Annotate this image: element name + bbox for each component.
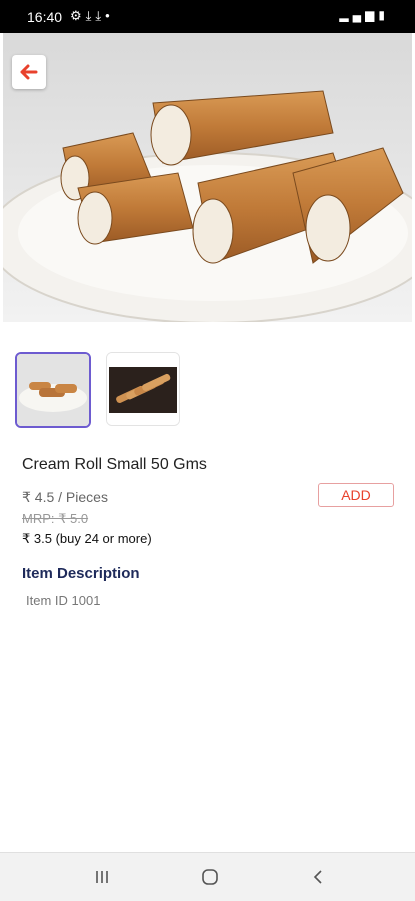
add-to-cart-button[interactable]: ADD xyxy=(318,483,394,507)
home-icon xyxy=(202,869,218,885)
settings-icon: ⚙ xyxy=(70,8,86,23)
status-left-icons: ⚙⤓⤓• xyxy=(70,8,114,24)
item-description-text: Item ID 1001 xyxy=(26,593,101,608)
nav-back-button[interactable] xyxy=(303,865,333,889)
system-nav-bar xyxy=(0,852,415,901)
recent-apps-icon xyxy=(96,871,108,883)
status-time: 16:40 xyxy=(27,9,63,25)
cream-roll-photo xyxy=(3,33,412,322)
bulk-price: ₹ 3.5 (buy 24 or more) xyxy=(22,531,152,546)
thumbnail-image-1 xyxy=(17,354,89,426)
dot-icon: • xyxy=(105,8,114,23)
home-button[interactable] xyxy=(195,865,225,889)
back-icon xyxy=(313,870,322,884)
product-mrp: MRP: ₹ 5.0 xyxy=(22,511,89,526)
product-hero-image[interactable] xyxy=(3,33,412,322)
product-thumbnail-2[interactable] xyxy=(106,352,180,426)
back-button[interactable] xyxy=(12,55,46,89)
thumbnail-image-2 xyxy=(107,353,179,425)
status-bar: 16:40 ⚙⤓⤓• ▂▄▆▮ xyxy=(0,0,415,33)
download-done-icon: ⤓ xyxy=(95,8,106,23)
battery-icon: ▮ xyxy=(378,8,389,22)
download-done-icon: ⤓ xyxy=(85,8,96,23)
status-right-icons: ▂▄▆▮ xyxy=(339,8,389,22)
item-description-heading: Item Description xyxy=(22,565,140,582)
product-price: ₹ 4.5 / Pieces xyxy=(22,489,108,505)
arrow-left-icon xyxy=(20,64,38,80)
recent-apps-button[interactable] xyxy=(87,865,117,889)
signal-icon: ▂▄▆ xyxy=(339,8,379,22)
product-thumbnail-1[interactable] xyxy=(15,352,91,428)
product-title: Cream Roll Small 50 Gms xyxy=(22,456,207,473)
